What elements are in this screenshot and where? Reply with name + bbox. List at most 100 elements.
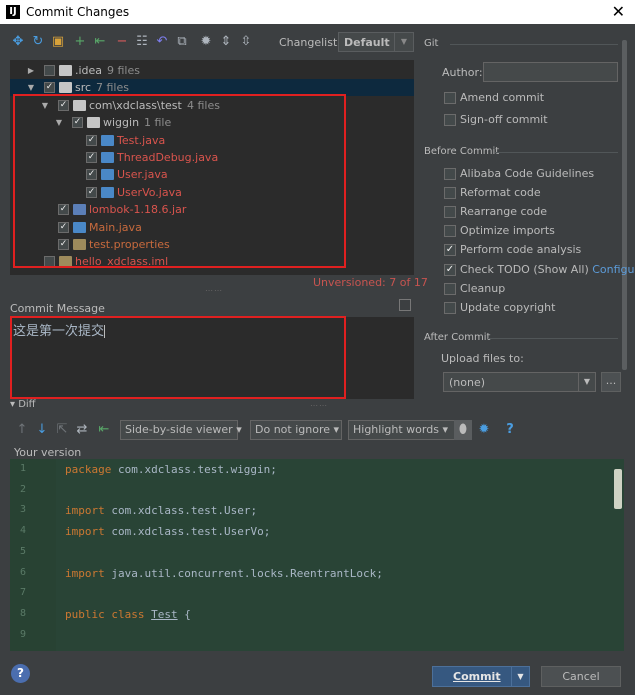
configure-link[interactable]: Configure [592,263,635,276]
option-label: Optimize imports [460,224,555,238]
checkbox[interactable]: ✓ [444,244,456,257]
checkbox[interactable] [444,225,456,238]
diff-editor[interactable]: 1 package com.xdclass.test.wiggin; 2 3 impor… [10,459,624,651]
code-line: 8 public class Test { [10,608,624,629]
chevron-down-icon: ▾ [333,423,340,436]
code-line: 7 [10,587,624,608]
compare-icon[interactable]: ⇄ [74,420,90,440]
revert-icon[interactable]: ⇤ [96,420,112,440]
changes-toolbar: Changelist: Default ▼ ✥ ↻ ▣ + ⇤ − ☷ ↶ ⧉ ✹ ⇕ ⇳ [10,32,414,54]
gear-icon[interactable]: ✹ [476,420,492,440]
file-checkbox[interactable] [44,65,55,76]
diff-arrows-icon[interactable]: ✥ [10,32,26,52]
close-icon[interactable]: ✕ [612,2,625,21]
intellij-logo-icon: IJ [6,5,20,19]
chevron-down-icon: ▾ [236,423,242,436]
group-icon[interactable]: ☷ [134,32,150,52]
after-commit-section-title: After Commit [424,332,491,343]
remove-icon[interactable]: − [114,32,130,52]
message-history-icon[interactable] [399,299,411,311]
code-text: import com.xdclass.test.User; [65,504,258,518]
browse-servers-button[interactable]: ... [601,372,621,392]
undo-icon[interactable]: ↶ [154,32,170,52]
prev-difference-icon[interactable]: ↑ [14,420,30,440]
cancel-button[interactable]: Cancel [541,666,621,687]
divider [450,44,618,45]
checkbox[interactable] [444,301,456,314]
author-input[interactable] [483,62,618,82]
chevron-down-icon[interactable]: ▼ [578,373,595,391]
line-number: 3 [20,504,27,516]
file-checkbox[interactable]: ✓ [44,82,55,94]
chevron-down-icon: ▾ [442,423,448,436]
highlight-box-message [10,316,346,399]
unversioned-status[interactable]: Unversioned: 7 of 17 [313,276,428,289]
line-number: 2 [20,483,27,495]
checkbox[interactable] [444,92,456,104]
splitter-grip[interactable]: ⋯⋯ [310,401,328,410]
move-icon[interactable]: ⧉ [174,32,190,52]
checkbox[interactable] [444,187,456,200]
checkbox[interactable] [444,206,456,219]
diff-toolbar: ↑ ↓ ⇱ ⇄ ⇤ Side-by-side viewer ▾ Do not i… [14,420,614,442]
refresh-icon[interactable]: ↻ [30,32,46,52]
file-label: .idea [75,64,103,77]
help-button[interactable]: ? [11,664,30,683]
line-number: 6 [20,566,27,578]
file-count: 9 files [107,64,140,77]
chevron-down-icon[interactable]: ▼ [394,33,413,51]
code-line: 4 import com.xdclass.test.UserVo; [10,525,624,546]
code-text: public class Test { [65,607,191,621]
divider [495,152,618,153]
whitespace-select[interactable]: Do not ignore ▾ [250,420,342,440]
code-line: 1 package com.xdclass.test.wiggin; [10,463,624,484]
line-number: 8 [20,607,27,619]
option-label: Update copyright [460,300,556,314]
lock-icon[interactable]: ⬮ [454,420,472,440]
highlight-box-files [13,94,346,268]
option-label: Perform code analysis [460,243,582,257]
checkbox[interactable] [444,114,456,126]
line-number: 1 [20,463,27,474]
jump-to-source-icon[interactable]: ⇱ [54,420,70,440]
your-version-label: Your version [14,446,82,459]
title-bar: IJ Commit Changes ✕ [0,0,635,24]
line-number: 7 [20,587,27,599]
help-icon[interactable]: ? [502,420,518,440]
splitter-grip[interactable]: ⋯⋯ [205,286,223,295]
chevron-down-icon[interactable]: ▼ [511,667,529,686]
checkbox[interactable] [444,168,456,180]
collapse-all-icon[interactable]: ⇳ [238,32,254,52]
code-line: 5 [10,546,624,567]
changelist-select[interactable]: Default ▼ [338,32,414,52]
author-label: Author: [442,66,483,79]
code-line: 9 [10,629,624,650]
code-text: package com.xdclass.test.wiggin; [65,463,277,476]
line-number: 4 [20,525,27,537]
checkbox[interactable]: ✓ [444,263,456,276]
window-title: Commit Changes [26,5,130,19]
upload-files-label: Upload files to: [441,352,524,365]
highlight-select[interactable]: Highlight words ▾ [348,420,458,440]
diff-section-toggle[interactable]: ▾ Diff [10,399,36,410]
next-difference-icon[interactable]: ↓ [34,420,50,440]
chevron-right-icon[interactable]: ▶ [26,62,36,79]
options-scrollbar[interactable] [622,40,627,370]
settings-icon[interactable]: ✹ [198,32,214,52]
idea-folder[interactable]: ▶ .idea 9 files [10,62,414,79]
code-line: 6 import java.util.concurrent.locks.Reent… [10,567,624,588]
revert-icon[interactable]: ⇤ [92,32,108,52]
commit-button[interactable]: Commit ▼ [432,666,530,687]
code-line: 2 [10,484,624,505]
option-label: Cleanup [460,281,506,295]
option-label: Sign-off commit [460,113,548,126]
checkbox[interactable] [444,282,456,295]
line-number: 5 [20,545,27,557]
viewer-mode-select[interactable]: Side-by-side viewer ▾ [120,420,242,440]
code-text: import com.xdclass.test.UserVo; [65,525,271,539]
commit-message-label: Commit Message [10,302,105,315]
add-icon[interactable]: + [72,32,88,52]
expand-all-icon[interactable]: ⇕ [218,32,234,52]
shelve-icon[interactable]: ▣ [50,32,66,52]
upload-server-select[interactable]: (none) ▼ [443,372,596,392]
